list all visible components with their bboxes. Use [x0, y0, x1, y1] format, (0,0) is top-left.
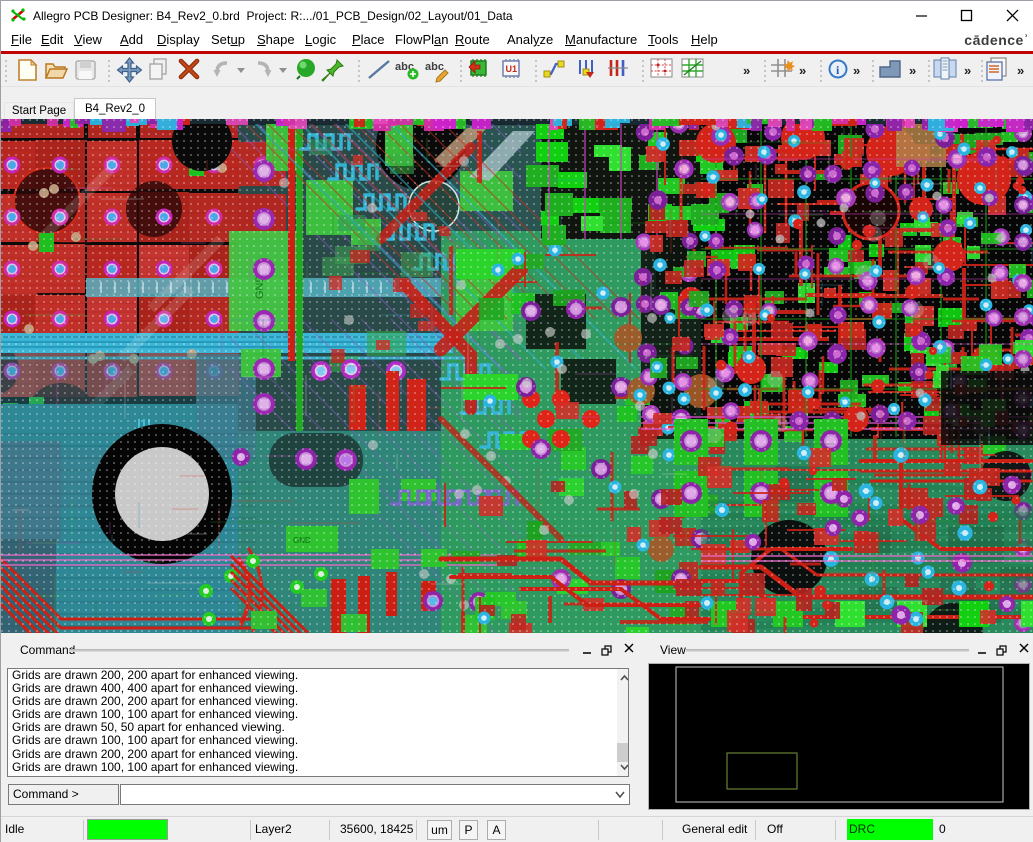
- svg-text:»: »: [1017, 63, 1024, 78]
- svg-text:»: »: [964, 63, 971, 78]
- svg-text:»: »: [853, 63, 860, 78]
- svg-text:»: »: [799, 63, 806, 78]
- svg-text:abc: abc: [425, 61, 444, 73]
- svg-text:U1: U1: [506, 64, 518, 74]
- svg-text:»: »: [909, 63, 916, 78]
- svg-text:»: »: [743, 63, 750, 78]
